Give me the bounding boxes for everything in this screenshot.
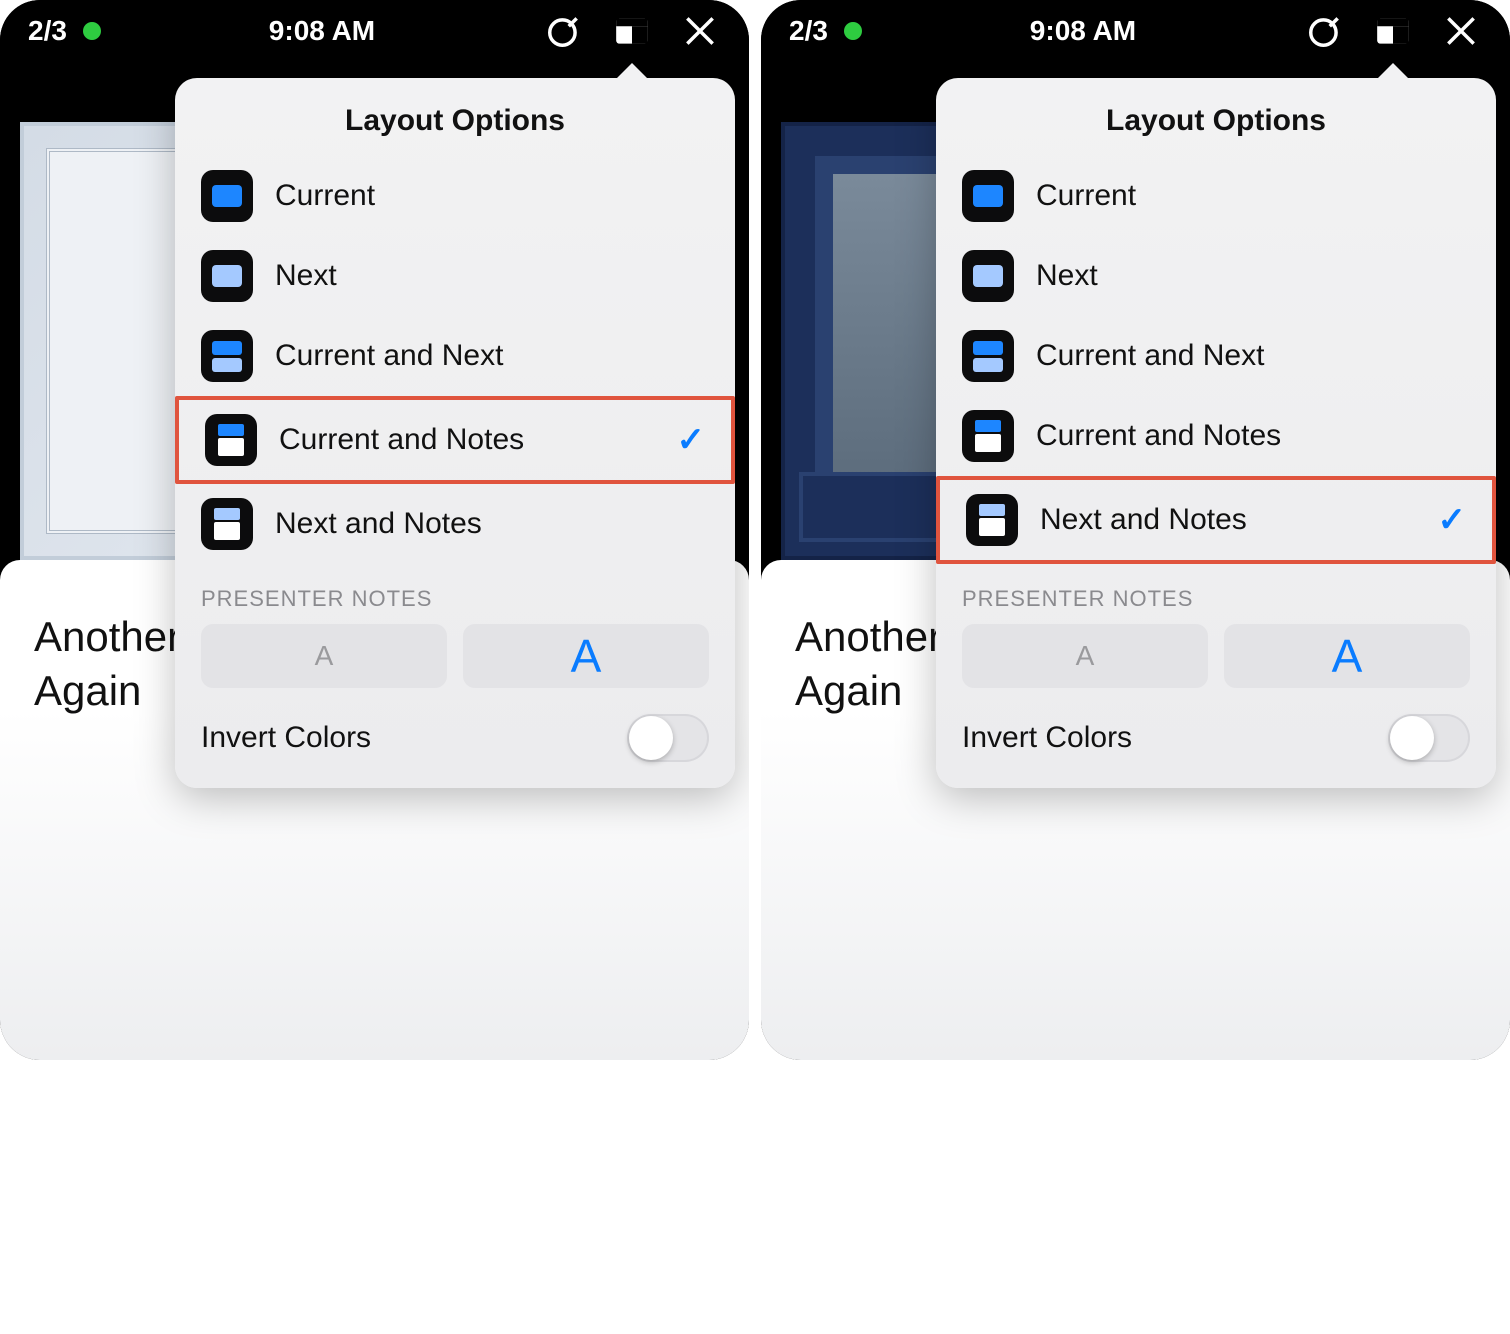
presenter-notes-section-label: PRESENTER NOTES [175, 564, 735, 624]
next-notes-icon [201, 498, 253, 550]
option-current-and-next[interactable]: Current and Next [936, 316, 1496, 396]
current-notes-icon [205, 414, 257, 466]
invert-colors-row: Invert Colors [175, 688, 735, 766]
option-label: Current and Next [1036, 339, 1264, 373]
option-label: Next [1036, 259, 1098, 293]
option-label: Current [275, 179, 375, 213]
invert-colors-label: Invert Colors [201, 721, 371, 755]
close-icon[interactable] [1440, 10, 1482, 52]
status-bar: 2/3 9:08 AM [761, 0, 1510, 62]
clock: 9:08 AM [101, 15, 543, 47]
recording-dot-icon [844, 22, 862, 40]
close-icon[interactable] [679, 10, 721, 52]
font-increase-button[interactable]: A [1224, 624, 1470, 688]
next-icon [201, 250, 253, 302]
clock: 9:08 AM [862, 15, 1304, 47]
option-label: Next and Notes [1040, 503, 1247, 537]
slide-counter: 2/3 [789, 15, 828, 47]
invert-colors-toggle[interactable] [1388, 714, 1470, 762]
font-size-controls: A A [175, 624, 735, 688]
option-current-and-next[interactable]: Current and Next [175, 316, 735, 396]
option-label: Next [275, 259, 337, 293]
layout-icon[interactable] [611, 10, 653, 52]
option-next-and-notes[interactable]: Next and Notes ✓ [936, 476, 1496, 564]
current-next-icon [962, 330, 1014, 382]
font-decrease-button[interactable]: A [201, 624, 447, 688]
next-notes-icon [966, 494, 1018, 546]
checkmark-icon: ✓ [1438, 500, 1467, 540]
option-label: Current and Notes [1036, 419, 1281, 453]
option-next-and-notes[interactable]: Next and Notes [175, 484, 735, 564]
popover-title: Layout Options [936, 104, 1496, 138]
option-next[interactable]: Next [936, 236, 1496, 316]
next-icon [962, 250, 1014, 302]
current-next-icon [201, 330, 253, 382]
annotate-icon[interactable] [1304, 10, 1346, 52]
option-label: Current and Next [275, 339, 503, 373]
annotate-icon[interactable] [543, 10, 585, 52]
invert-colors-row: Invert Colors [936, 688, 1496, 766]
screenshot-right: 2/3 9:08 AM Another Again Layout Options… [761, 0, 1510, 1060]
invert-colors-toggle[interactable] [627, 714, 709, 762]
current-icon [962, 170, 1014, 222]
option-current[interactable]: Current [175, 156, 735, 236]
font-decrease-button[interactable]: A [962, 624, 1208, 688]
presenter-notes-section-label: PRESENTER NOTES [936, 564, 1496, 624]
screenshot-left: 2/3 9:08 AM Another Again Layout Options… [0, 0, 749, 1060]
current-notes-icon [962, 410, 1014, 462]
slide-counter: 2/3 [28, 15, 67, 47]
popover-title: Layout Options [175, 104, 735, 138]
option-next[interactable]: Next [175, 236, 735, 316]
checkmark-icon: ✓ [677, 420, 706, 460]
layout-options-popover: Layout Options Current Next Current and … [936, 78, 1496, 788]
recording-dot-icon [83, 22, 101, 40]
option-label: Next and Notes [275, 507, 482, 541]
status-bar: 2/3 9:08 AM [0, 0, 749, 62]
option-label: Current and Notes [279, 423, 524, 457]
invert-colors-label: Invert Colors [962, 721, 1132, 755]
layout-icon[interactable] [1372, 10, 1414, 52]
option-current[interactable]: Current [936, 156, 1496, 236]
option-label: Current [1036, 179, 1136, 213]
font-size-controls: A A [936, 624, 1496, 688]
option-current-and-notes[interactable]: Current and Notes ✓ [175, 396, 735, 484]
current-icon [201, 170, 253, 222]
font-increase-button[interactable]: A [463, 624, 709, 688]
option-current-and-notes[interactable]: Current and Notes [936, 396, 1496, 476]
layout-options-popover: Layout Options Current Next Current and … [175, 78, 735, 788]
